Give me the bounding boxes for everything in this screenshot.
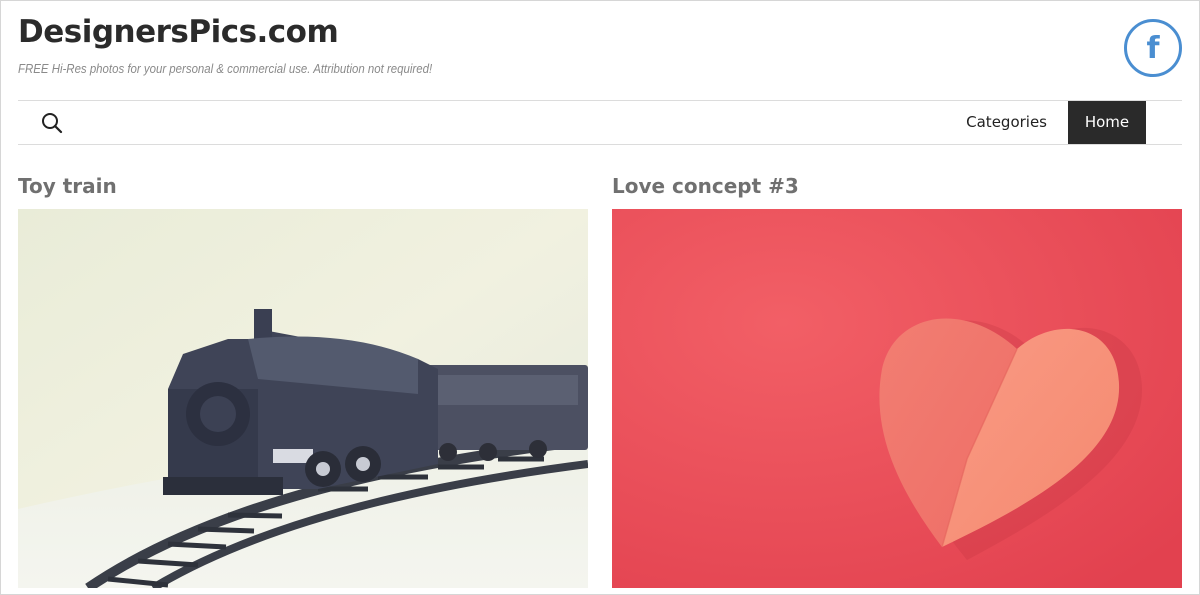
post-title-toy-train[interactable]: Toy train	[18, 174, 117, 198]
post-title-love-concept-3[interactable]: Love concept #3	[612, 174, 799, 198]
nav-item-categories[interactable]: Categories	[966, 101, 1047, 144]
toy-train-photo[interactable]	[18, 209, 588, 588]
main-navbar: Categories Home	[18, 100, 1182, 145]
site-title[interactable]: DesignersPics.com	[18, 14, 339, 50]
site-tagline: FREE Hi-Res photos for your personal & c…	[18, 61, 433, 76]
nav-item-home[interactable]: Home	[1068, 101, 1146, 144]
facebook-glyph: f	[1146, 31, 1160, 66]
paper-heart-photo[interactable]	[612, 209, 1182, 588]
search-icon[interactable]	[40, 111, 64, 135]
facebook-icon[interactable]: f	[1124, 19, 1182, 77]
